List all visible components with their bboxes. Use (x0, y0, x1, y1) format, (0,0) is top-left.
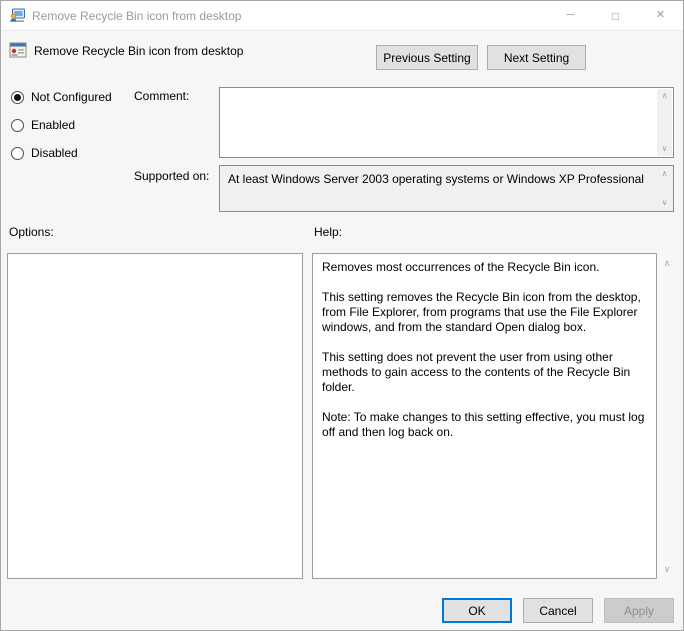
window-title: Remove Recycle Bin icon from desktop (32, 8, 242, 23)
radio-option-disabled[interactable]: Disabled (11, 145, 78, 161)
help-paragraph: Removes most occurrences of the Recycle … (322, 260, 600, 274)
titlebar[interactable]: Remove Recycle Bin icon from desktop ─ □… (1, 1, 683, 31)
ok-button[interactable]: OK (442, 598, 512, 623)
radio-option-not-configured[interactable]: Not Configured (11, 89, 112, 105)
group-policy-icon (9, 8, 25, 24)
radio-label: Enabled (31, 118, 76, 132)
options-panel (7, 253, 303, 579)
help-paragraph: Note: To make changes to this setting ef… (322, 410, 645, 439)
comment-label: Comment: (134, 89, 190, 103)
supported-on-label: Supported on: (134, 169, 210, 183)
close-icon: ✕ (655, 9, 666, 21)
minimize-button[interactable]: ─ (548, 1, 593, 30)
help-label: Help: (314, 225, 343, 239)
comment-scrollbar[interactable]: ∧ ∨ (657, 89, 672, 156)
maximize-button[interactable]: □ (593, 1, 638, 30)
scroll-down-icon[interactable]: ∨ (657, 142, 672, 156)
supported-on-field: At least Windows Server 2003 operating s… (219, 165, 674, 212)
radio-icon (11, 146, 24, 160)
policy-settings-dialog: Remove Recycle Bin icon from desktop ─ □… (0, 0, 684, 631)
radio-selected-icon (11, 90, 24, 104)
help-scrollbar[interactable]: ∧ ∨ (659, 253, 675, 579)
help-paragraph: This setting removes the Recycle Bin ico… (322, 290, 641, 334)
next-setting-button[interactable]: Next Setting (487, 45, 586, 70)
help-panel: Removes most occurrences of the Recycle … (312, 253, 657, 579)
minimize-icon: ─ (566, 9, 575, 21)
help-text: Removes most occurrences of the Recycle … (322, 260, 650, 455)
previous-setting-button[interactable]: Previous Setting (376, 45, 478, 70)
cancel-button[interactable]: Cancel (523, 598, 593, 623)
policy-name: Remove Recycle Bin icon from desktop (34, 44, 244, 58)
scroll-down-icon[interactable]: ∨ (657, 196, 672, 210)
supported-on-value: At least Windows Server 2003 operating s… (228, 172, 644, 186)
maximize-icon: □ (611, 8, 620, 23)
comment-input[interactable]: ∧ ∨ (219, 87, 674, 158)
scroll-up-icon[interactable]: ∧ (657, 89, 672, 103)
radio-label: Not Configured (31, 90, 112, 104)
window-controls: ─ □ ✕ (548, 1, 683, 30)
options-label: Options: (9, 225, 54, 239)
scroll-down-icon[interactable]: ∨ (659, 561, 675, 577)
policy-setting-icon (9, 41, 27, 59)
scroll-up-icon[interactable]: ∧ (659, 255, 675, 271)
scroll-up-icon[interactable]: ∧ (657, 167, 672, 181)
radio-option-enabled[interactable]: Enabled (11, 117, 75, 133)
radio-icon (11, 118, 24, 132)
apply-button: Apply (604, 598, 674, 623)
help-paragraph: This setting does not prevent the user f… (322, 350, 631, 394)
supported-scrollbar[interactable]: ∧ ∨ (657, 167, 672, 210)
close-button[interactable]: ✕ (638, 1, 683, 30)
radio-label: Disabled (31, 146, 78, 160)
